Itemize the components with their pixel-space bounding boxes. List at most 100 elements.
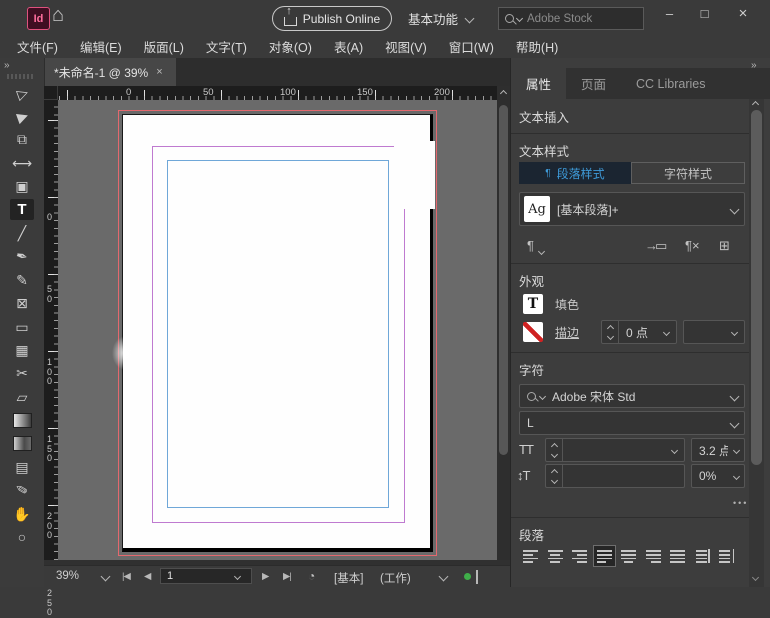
leading-field[interactable]: 3.2 点 [691,438,745,462]
page-tool[interactable]: ⧉ [0,128,44,151]
menu-item[interactable]: 视图(V) [374,37,438,56]
preflight-icon[interactable]: ◔ [308,570,315,582]
menu-item[interactable]: 帮助(H) [505,37,569,56]
paragraph-styles-tab[interactable]: ¶ 段落样式 [519,162,631,184]
spread-icon[interactable] [476,570,478,584]
pasteboard[interactable] [58,100,497,560]
font-style-dropdown[interactable]: L [519,411,745,435]
new-style-icon[interactable]: ⊞ [719,238,730,254]
justify-last-center-button[interactable] [617,545,640,567]
panel-tab[interactable]: CC Libraries [621,68,720,99]
zoom-tool[interactable]: ○ [0,525,44,548]
align-center-button[interactable] [544,545,567,567]
fill-label: 填色 [555,296,579,313]
publish-online-button[interactable]: Publish Online [272,6,392,31]
type-tool[interactable]: T [0,198,44,221]
content-collector-tool[interactable]: ▣ [0,175,44,198]
justify-all-button[interactable] [666,545,689,567]
page-number-field[interactable] [160,568,252,584]
justify-last-left-button[interactable] [593,545,616,567]
line-tool[interactable]: ╱ [0,221,44,244]
gradient-swatch-tool[interactable] [0,408,44,431]
close-tab-icon[interactable]: × [156,66,162,78]
stock-search-input[interactable] [525,12,619,26]
more-options-button[interactable]: ••• [733,498,748,508]
pencil-tool[interactable]: ✎ [0,268,44,291]
first-page-button[interactable]: |◀ [122,571,130,582]
home-icon[interactable]: ⌂ [52,4,64,27]
preflight-menu-icon[interactable] [439,572,449,582]
ruler-origin-box[interactable] [44,86,58,100]
vertical-scale-field[interactable]: 0% [691,464,745,488]
menu-item[interactable]: 文字(T) [195,37,258,56]
minimize-button[interactable]: – [652,0,687,26]
paragraph-mark-menu-icon[interactable]: ¶ [527,238,534,253]
zoom-dropdown-icon[interactable] [101,572,111,582]
workspace-switcher[interactable]: 基本功能 [408,9,473,28]
fill-color-swatch[interactable]: T [523,294,543,314]
note-tool[interactable]: ▤ [0,455,44,478]
justify-last-right-button[interactable] [642,545,665,567]
direct-selection-tool[interactable]: ▶ [0,104,44,127]
gradient-feather-tool[interactable] [0,432,44,455]
menu-item[interactable]: 表(A) [323,37,374,56]
adobe-stock-search[interactable] [498,7,644,30]
text-frame[interactable] [167,160,389,508]
redefine-style-icon[interactable]: →▭ [645,238,664,254]
menu-item[interactable]: 文件(F) [6,37,69,56]
menu-item[interactable]: 对象(O) [258,37,323,56]
last-page-button[interactable]: ▶| [283,571,291,582]
maximize-button[interactable]: □ [687,0,722,26]
scrollbar-thumb[interactable] [499,105,508,455]
align-right-button[interactable] [568,545,591,567]
toolbar-collapse-icon[interactable]: » [4,60,9,71]
preflight-profile[interactable]: (工作) [380,570,411,586]
align-toward-spine-button[interactable] [691,545,714,567]
next-page-button[interactable]: ▶ [262,571,268,582]
menu-item[interactable]: 编辑(E) [69,37,133,56]
tracking-field[interactable] [545,464,685,488]
rectangle-frame-tool[interactable]: ⊠ [0,292,44,315]
font-family-dropdown[interactable]: Adobe 宋体 Std [519,384,745,408]
paragraph-style-dropdown[interactable]: Ag [基本段落]+ [519,192,745,226]
align-left-button[interactable] [519,545,542,567]
stroke-label[interactable]: 描边 [555,324,579,341]
rectangle-tool[interactable]: ▭ [0,315,44,338]
hand-tool[interactable]: ✋ [0,502,44,525]
selection-tool[interactable]: ▷ [0,81,44,104]
eyedropper-tool[interactable]: ✐ [0,479,44,502]
scrollbar-thumb[interactable] [751,110,762,465]
previous-page-button[interactable]: ◀ [144,571,150,582]
clear-overrides-icon[interactable]: ¶× [685,238,700,253]
panel-tab[interactable]: 页面 [566,68,621,99]
stepper-icon[interactable] [546,439,563,461]
menu-item[interactable]: 版面(L) [133,37,195,56]
stroke-type-dropdown[interactable] [683,320,745,344]
close-button[interactable]: × [722,0,764,26]
grid-tool[interactable]: ▦ [0,338,44,361]
character-styles-tab[interactable]: 字符样式 [631,162,745,184]
zoom-level[interactable]: 39% [56,570,79,582]
chevron-down-icon [516,15,523,22]
pen-tool[interactable]: ✒ [0,245,44,268]
panel-tab[interactable]: 属性 [511,68,566,99]
menu-item[interactable]: 窗口(W) [438,37,505,56]
canvas-scroll-up[interactable] [497,86,510,100]
document-tab[interactable]: *未命名-1 @ 39% × [45,58,176,86]
stroke-color-swatch[interactable] [523,322,543,342]
toolbar-drag-grip[interactable] [7,74,35,79]
panel-scrollbar[interactable] [749,99,764,587]
preflight-preset[interactable]: [基本] [334,570,363,586]
stepper-icon[interactable] [602,321,619,343]
free-transform-tool[interactable]: ▱ [0,385,44,408]
font-size-field[interactable] [545,438,685,462]
scissors-tool[interactable]: ✂ [0,362,44,385]
page-number-input[interactable] [161,569,235,583]
align-away-spine-button[interactable] [715,545,738,567]
canvas-vertical-scrollbar[interactable] [497,100,510,560]
vertical-ruler[interactable]: 050100150200250 [44,100,58,560]
gap-tool[interactable]: ⟷ [0,151,44,174]
horizontal-ruler[interactable]: 050100150200 [58,86,497,100]
stroke-weight-field[interactable]: 0 点 [601,320,677,344]
stepper-icon[interactable] [546,465,563,487]
